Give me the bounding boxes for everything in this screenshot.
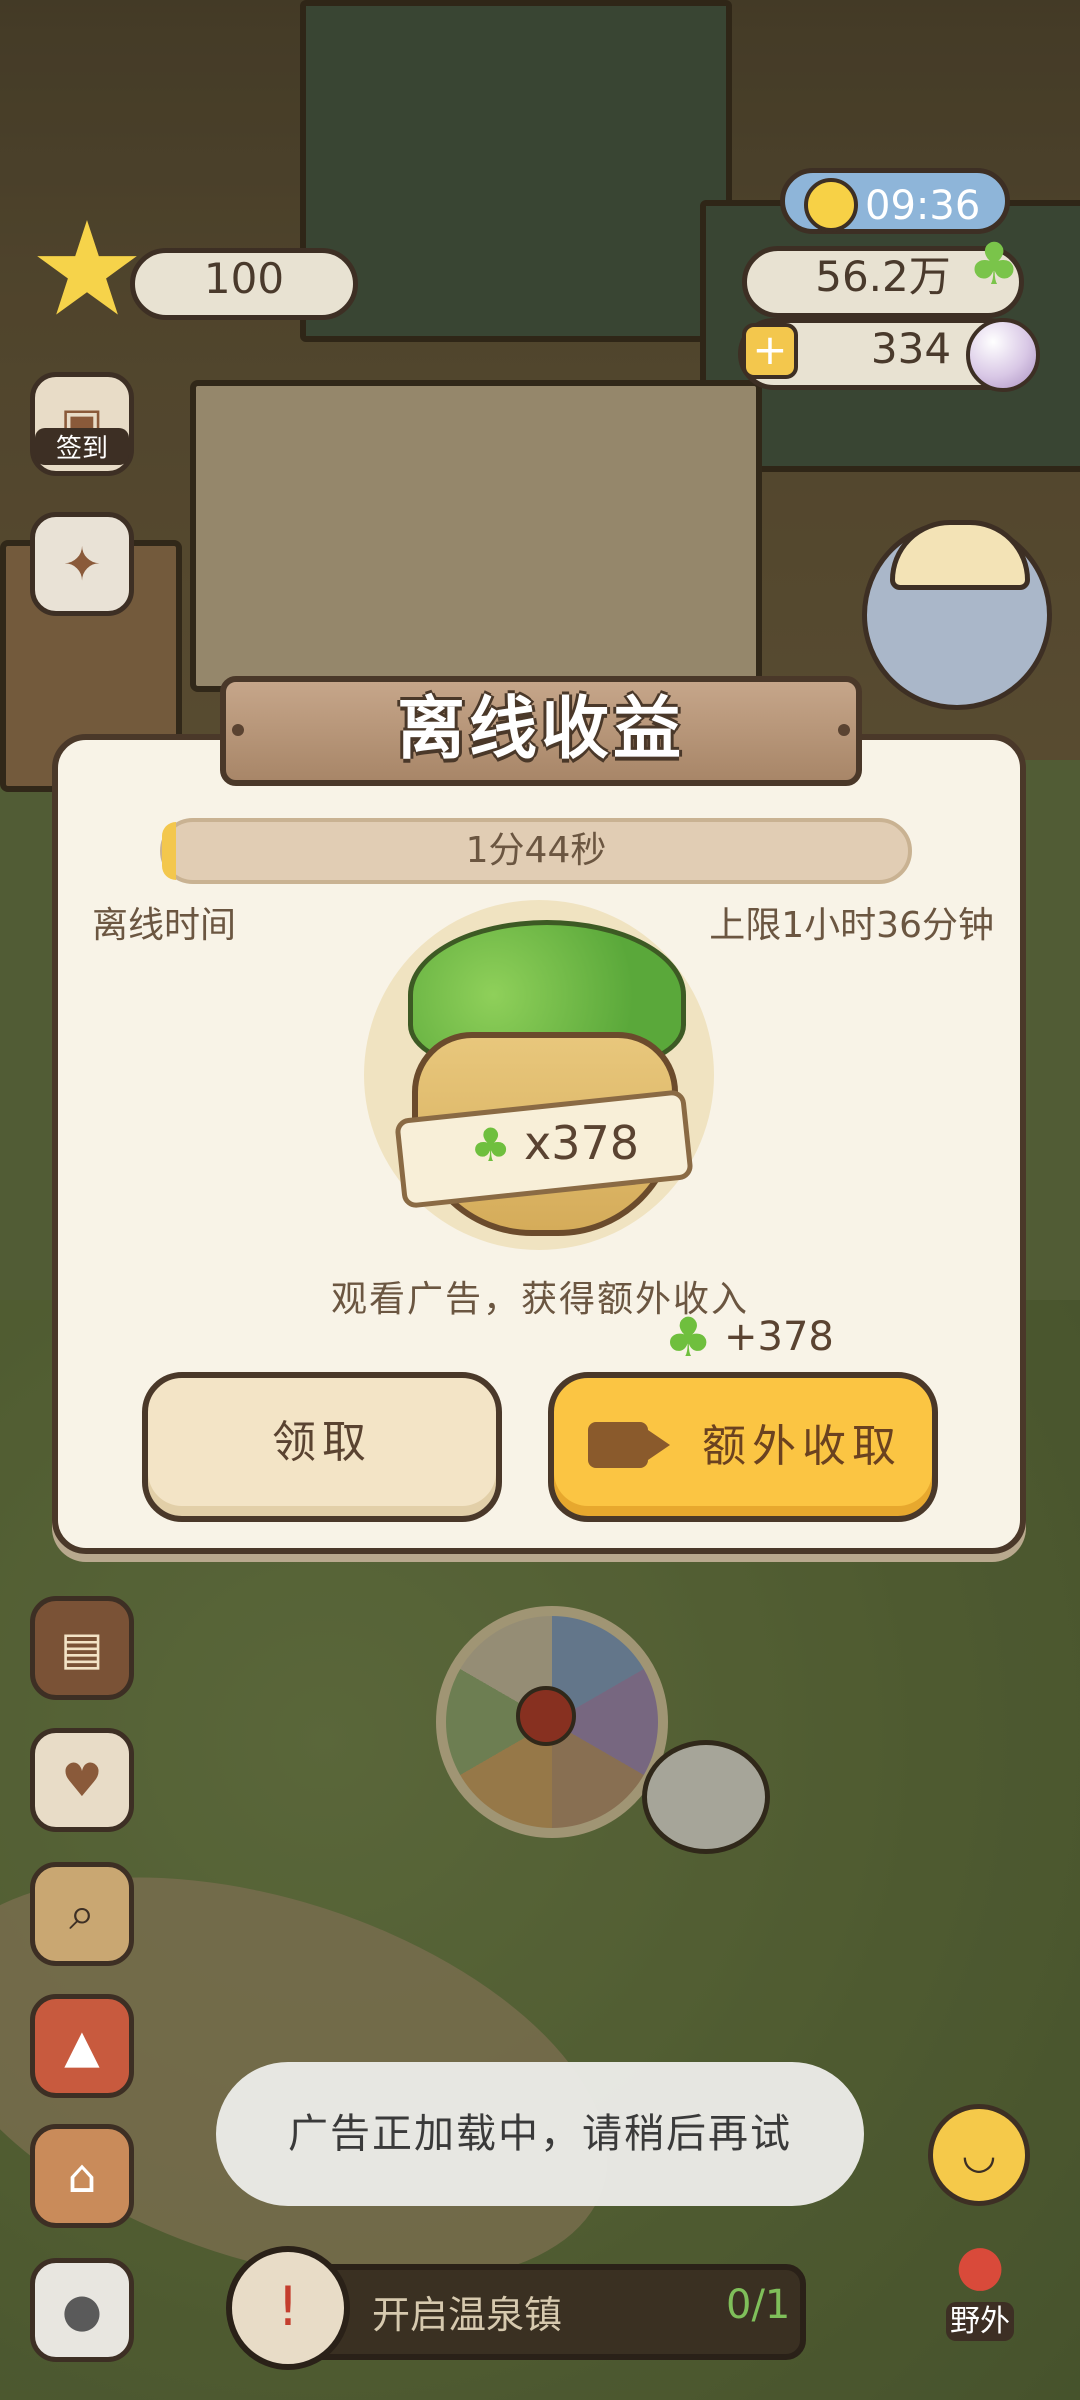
offline-progress-bar: 1分44秒	[160, 818, 912, 884]
money-amount: 56.2万	[815, 252, 951, 301]
quest-icon[interactable]: !	[226, 2246, 350, 2370]
rivet	[232, 724, 244, 736]
emoji-button[interactable]: ◡	[928, 2104, 1030, 2206]
toast-message: 广告正加载中，请稍后再试	[216, 2062, 864, 2206]
map-pin-icon: ●	[955, 2233, 1005, 2298]
ad-hint: 观看广告，获得额外收入	[330, 1279, 749, 1320]
bonus-amount: +378	[724, 1314, 834, 1360]
plus-icon[interactable]: +	[742, 323, 798, 379]
rivet	[838, 724, 850, 736]
progress-fill	[162, 822, 176, 880]
offline-limit-label: 上限1小时36分钟	[709, 905, 994, 946]
star-counter: 100	[130, 248, 358, 320]
quest-title: 开启温泉镇	[372, 2293, 563, 2337]
extra-claim-label: 额外收取	[702, 1421, 902, 1472]
offline-time-label: 离线时间	[92, 905, 237, 946]
house-button[interactable]: ⌂	[30, 2124, 134, 2228]
gem-amount: 334	[870, 324, 952, 373]
star-count: 100	[203, 254, 285, 303]
toast-text: 广告正加载中，请稍后再试	[288, 2111, 792, 2157]
offline-duration: 1分44秒	[465, 830, 607, 871]
quest-progress: 0/1	[726, 2282, 791, 2328]
checkin-label: 签到	[35, 428, 129, 465]
star-icon: ★	[28, 193, 146, 345]
shop-icon: ▲	[64, 2019, 100, 2073]
claim-button[interactable]: 领取	[142, 1372, 502, 1522]
book-icon: ▤	[60, 1621, 104, 1675]
reward-amount: x378	[524, 1116, 640, 1170]
video-icon	[588, 1422, 670, 1468]
pearl-icon	[966, 318, 1040, 392]
bag-icon: ✦	[62, 537, 102, 591]
bamboo-icon: ♣	[470, 1118, 512, 1172]
paw-icon: ●	[61, 2283, 103, 2337]
item-bag-button[interactable]: ✦	[30, 512, 134, 616]
field-label: 野外	[946, 2302, 1014, 2341]
bamboo-icon: ♣	[968, 230, 1020, 298]
magnifier-icon: ⌕	[69, 1886, 95, 1940]
sun-icon	[804, 178, 858, 232]
pets-button[interactable]: ●	[30, 2258, 134, 2362]
extra-claim-button[interactable]: 额外收取	[548, 1372, 938, 1522]
emoji-icon: ◡	[961, 2132, 997, 2178]
house-icon: ⌂	[67, 2149, 97, 2203]
recipe-book-button[interactable]: ▤	[30, 1596, 134, 1700]
checkin-button[interactable]: ▣ 签到	[30, 372, 134, 476]
outfit-button[interactable]: ♥	[30, 1728, 134, 1832]
shirt-icon: ♥	[61, 1753, 103, 1807]
bamboo-icon: ♣	[664, 1306, 713, 1369]
shop-button[interactable]: ▲	[30, 1994, 134, 2098]
clock-time: 09:36	[865, 183, 981, 229]
dialog-title: 离线收益	[220, 676, 862, 786]
field-map-button[interactable]: ● 野外	[930, 2236, 1030, 2346]
explore-button[interactable]: ⌕	[30, 1862, 134, 1966]
claim-label: 领取	[272, 1417, 372, 1468]
